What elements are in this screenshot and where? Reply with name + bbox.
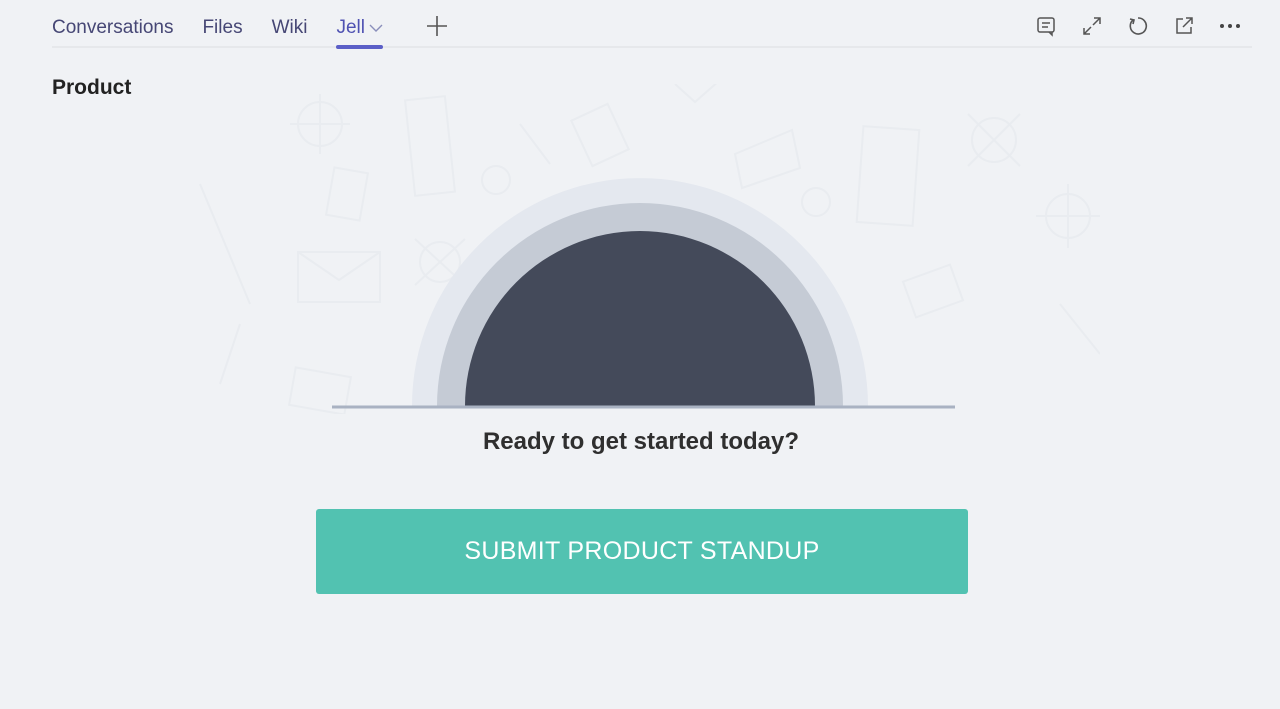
- tab-jell-label: Jell: [336, 17, 365, 39]
- plus-icon[interactable]: [425, 14, 449, 38]
- tab-wiki[interactable]: Wiki: [272, 0, 308, 48]
- sunrise-illustration: [180, 79, 1101, 416]
- page-title: Product: [52, 76, 132, 99]
- tab-files[interactable]: Files: [202, 0, 242, 48]
- expand-icon[interactable]: [1078, 12, 1106, 40]
- tab-conversations[interactable]: Conversations: [52, 0, 173, 48]
- ready-prompt: Ready to get started today?: [482, 428, 800, 455]
- popout-icon[interactable]: [1170, 12, 1198, 40]
- tab-list: Conversations Files Wiki Jell: [52, 0, 412, 49]
- conversation-icon[interactable]: [1032, 12, 1060, 40]
- refresh-icon[interactable]: [1124, 12, 1152, 40]
- toolbar: [1014, 12, 1244, 40]
- app-window: Conversations Files Wiki Jell Product Re…: [0, 0, 1280, 709]
- more-icon[interactable]: [1216, 12, 1244, 40]
- submit-standup-button[interactable]: SUBMIT PRODUCT STANDUP: [316, 509, 968, 594]
- chevron-down-icon[interactable]: [369, 0, 383, 56]
- tab-bar: Conversations Files Wiki Jell: [52, 0, 1252, 49]
- tab-jell[interactable]: Jell: [336, 0, 383, 49]
